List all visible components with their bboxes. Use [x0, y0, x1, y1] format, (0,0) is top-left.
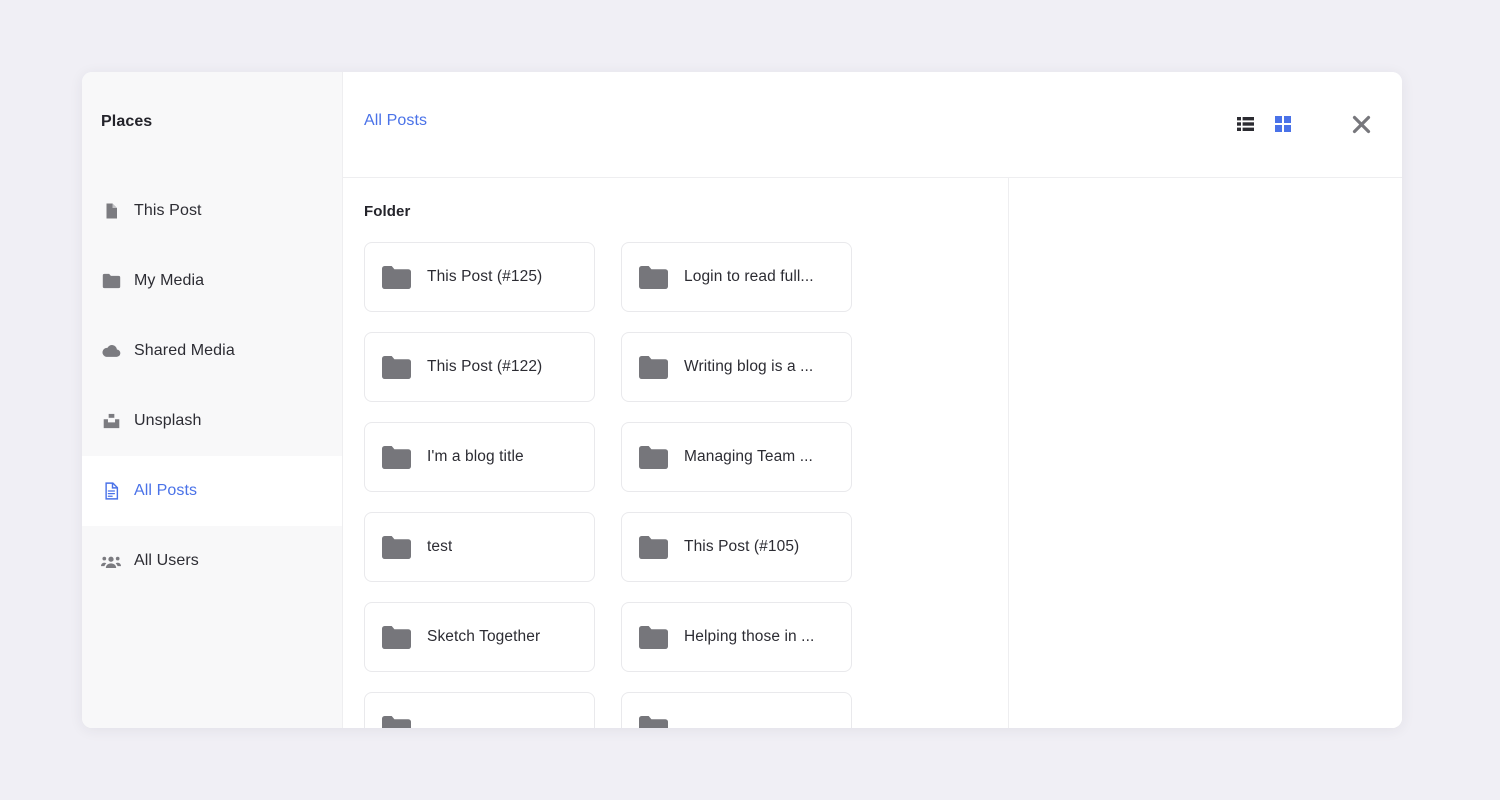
folder-grid: This Post (#125) Login to read full... T… — [364, 242, 1008, 728]
sidebar-item-label: Unsplash — [134, 412, 202, 429]
folder-card-label: Managing Team ... — [684, 448, 813, 465]
folder-card[interactable]: Writing blog is a ... — [621, 332, 852, 402]
folder-card[interactable]: Managing Team ... — [621, 422, 852, 492]
folder-card-label: Login to read full... — [684, 268, 814, 285]
media-library-modal: Places This Post My Media Shared Media U… — [82, 72, 1402, 728]
breadcrumb[interactable]: All Posts — [364, 112, 427, 130]
main-panel: All Posts Folder This Post (#125) Login … — [343, 72, 1402, 728]
folder-card[interactable]: Helping those in ... — [621, 602, 852, 672]
folder-card-label: Writing blog is a ... — [684, 358, 814, 375]
folder-icon — [382, 265, 411, 289]
folder-icon — [382, 445, 411, 469]
grid-view-icon — [1275, 116, 1291, 132]
folder-card-label: Sketch Together — [427, 628, 541, 645]
sidebar-item-label: All Posts — [134, 482, 198, 499]
sidebar-item-label: This Post — [134, 202, 202, 219]
folder-card-label: This Post (#122) — [427, 358, 543, 375]
folder-card[interactable]: This Post (#105) — [621, 512, 852, 582]
folder-card[interactable]: Sketch Together — [364, 602, 595, 672]
folder-icon — [639, 535, 668, 559]
list-view-icon — [1236, 117, 1254, 131]
cloud-icon — [101, 341, 121, 361]
folder-card[interactable]: test — [364, 512, 595, 582]
sidebar-item-my-media[interactable]: My Media — [82, 246, 342, 316]
toolbar: All Posts — [343, 72, 1402, 178]
sidebar: Places This Post My Media Shared Media U… — [82, 72, 343, 728]
file-icon — [101, 201, 121, 221]
folder-icon — [639, 445, 668, 469]
document-icon — [101, 481, 121, 501]
folder-icon — [382, 355, 411, 379]
sidebar-item-all-users[interactable]: All Users — [82, 526, 342, 596]
sidebar-item-label: Shared Media — [134, 342, 235, 359]
sidebar-item-unsplash[interactable]: Unsplash — [82, 386, 342, 456]
detail-pane — [1009, 178, 1402, 728]
sidebar-item-all-posts[interactable]: All Posts — [82, 456, 342, 526]
sidebar-item-label: All Users — [134, 552, 199, 569]
close-icon — [1352, 115, 1370, 133]
grid-view-button[interactable] — [1264, 105, 1302, 143]
section-title: Folder — [364, 203, 411, 220]
folder-card[interactable]: I'm a blog title — [364, 422, 595, 492]
sidebar-item-shared-media[interactable]: Shared Media — [82, 316, 342, 386]
sidebar-item-label: My Media — [134, 272, 205, 289]
folder-card-label: test — [427, 538, 453, 555]
view-toolbar — [1226, 72, 1380, 176]
folder-card[interactable]: This Post (#125) — [364, 242, 595, 312]
folder-card[interactable] — [621, 692, 852, 728]
sidebar-nav: This Post My Media Shared Media Unsplash — [82, 176, 342, 596]
folder-card-label: I'm a blog title — [427, 448, 524, 465]
folder-card[interactable] — [364, 692, 595, 728]
folder-icon — [382, 715, 411, 728]
folder-icon — [382, 535, 411, 559]
list-view-button[interactable] — [1226, 105, 1264, 143]
folder-icon — [639, 625, 668, 649]
folder-grid-pane: Folder This Post (#125) Login to read fu… — [343, 178, 1009, 728]
content-area: Folder This Post (#125) Login to read fu… — [343, 178, 1402, 728]
folder-card-label: Helping those in ... — [684, 628, 815, 645]
close-button[interactable] — [1342, 105, 1380, 143]
sidebar-heading: Places — [101, 113, 153, 130]
folder-icon — [639, 355, 668, 379]
unsplash-icon — [101, 411, 121, 431]
folder-icon — [382, 625, 411, 649]
folder-card[interactable]: This Post (#122) — [364, 332, 595, 402]
folder-icon — [639, 715, 668, 728]
folder-card[interactable]: Login to read full... — [621, 242, 852, 312]
users-icon — [101, 551, 121, 571]
folder-icon — [639, 265, 668, 289]
folder-card-label: This Post (#105) — [684, 538, 800, 555]
folder-card-label: This Post (#125) — [427, 268, 543, 285]
folder-icon — [101, 271, 121, 291]
sidebar-item-this-post[interactable]: This Post — [82, 176, 342, 246]
